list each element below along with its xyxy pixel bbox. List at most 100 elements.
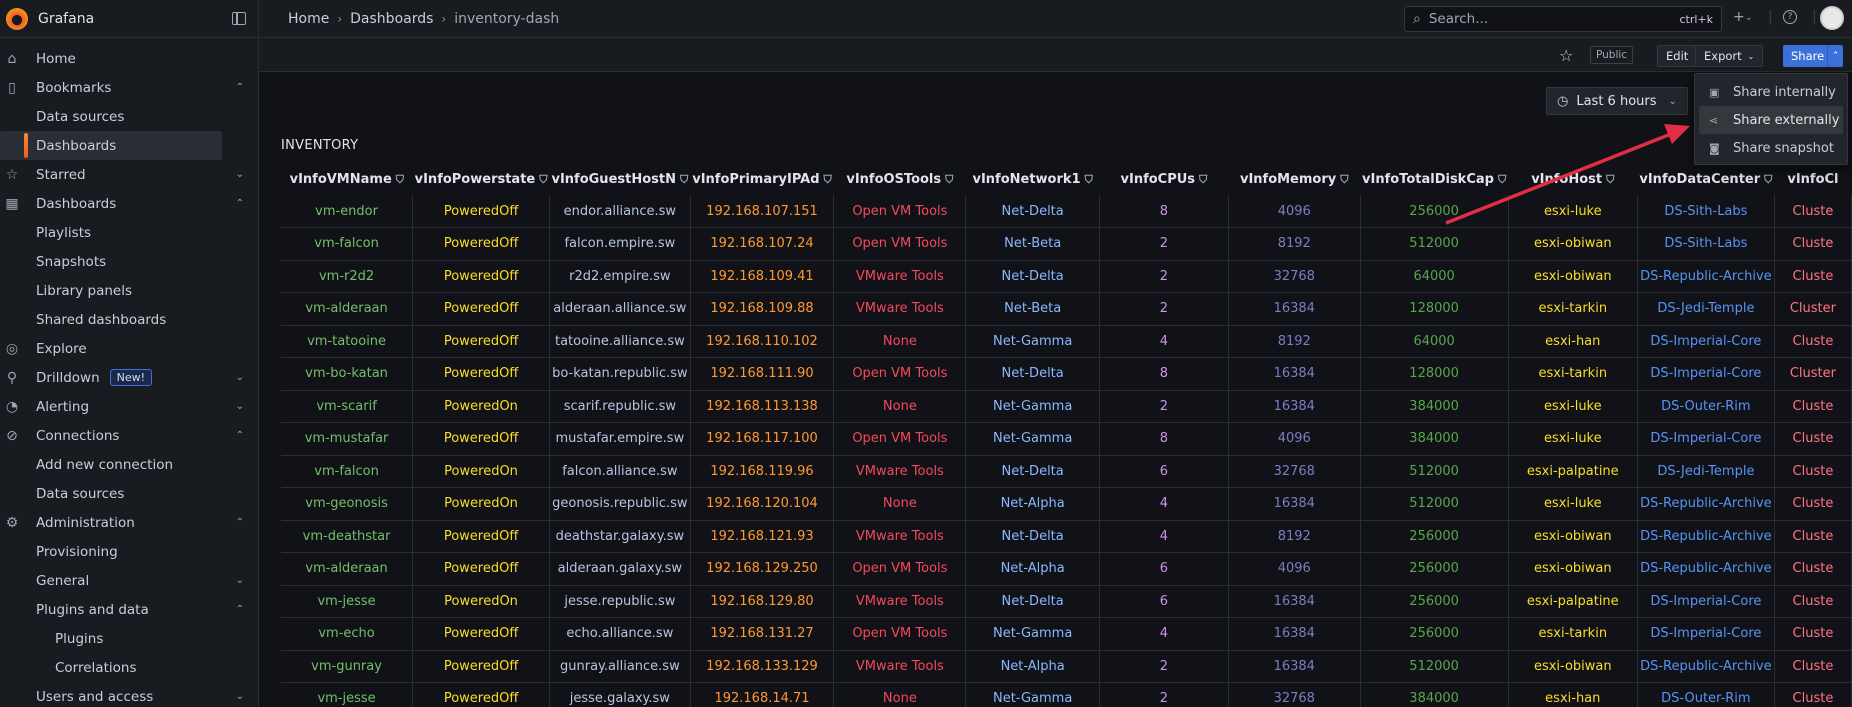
column-header[interactable]: vInfoNetwork1 ⛉ — [966, 164, 1099, 195]
chevron-up-icon[interactable]: ⌃ — [236, 604, 244, 615]
column-header[interactable]: vInfoGuestHostN ⛉ — [549, 164, 690, 195]
bookmark-icon: ▯ — [8, 79, 16, 96]
sidebar-item-bookmarks[interactable]: ▯ Bookmarks ⌃ — [0, 73, 258, 102]
filter-icon[interactable]: ⛉ — [1199, 173, 1207, 186]
filter-icon[interactable]: ⛉ — [680, 173, 688, 186]
sidebar-item-shared-dashboards[interactable]: Shared dashboards — [0, 305, 258, 334]
sidebar-item-dashboards[interactable]: Dashboards — [0, 131, 222, 160]
star-icon[interactable]: ☆ — [1559, 46, 1573, 65]
time-range-picker[interactable]: ◷ Last 6 hours ⌄ — [1546, 87, 1688, 115]
table-cell: endor.alliance.sw — [549, 195, 691, 228]
chevron-down-icon[interactable]: ⌄ — [236, 401, 244, 412]
table-cell: DS-Sith-Labs — [1637, 227, 1775, 261]
table-cell: Cluste — [1774, 325, 1852, 358]
filter-icon[interactable]: ⛉ — [396, 173, 404, 186]
chevron-up-icon[interactable]: ⌃ — [236, 517, 244, 528]
sidebar-item-library-panels[interactable]: Library panels — [0, 276, 258, 305]
menu-item-share-internally[interactable]: ▣ Share internally — [1699, 78, 1843, 106]
sidebar-item-plugins-and-data[interactable]: Plugins and data ⌃ — [0, 595, 258, 624]
help-icon[interactable]: ? — [1783, 10, 1797, 24]
sidebar-item-connections[interactable]: ⊘ Connections ⌃ — [0, 421, 258, 450]
table-cell: alderaan.galaxy.sw — [549, 552, 691, 586]
filter-icon[interactable]: ⛉ — [1498, 173, 1506, 186]
compass-icon: ◎ — [5, 340, 19, 357]
table-cell: 4 — [1099, 520, 1229, 553]
chevron-down-icon[interactable]: ⌄ — [236, 169, 244, 180]
search-input[interactable]: ⌕ Search... ctrl+k — [1404, 6, 1722, 32]
dashboard-icon: ▣ — [1709, 85, 1720, 99]
table-cell: esxi-obiwan — [1508, 552, 1638, 586]
table-cell: Net-Alpha — [965, 552, 1100, 586]
breadcrumb-dashboards[interactable]: Dashboards — [350, 11, 433, 27]
column-header[interactable]: vInfoDataCenter ⛉ — [1637, 164, 1774, 195]
add-icon[interactable]: + — [1733, 9, 1745, 25]
sidebar-item-add-new-connection[interactable]: Add new connection — [0, 450, 258, 479]
table-cell: PoweredOff — [412, 520, 550, 553]
chevron-down-icon[interactable]: ⌄ — [236, 575, 244, 586]
sidebar-item-dashboards[interactable]: ▦ Dashboards ⌃ — [0, 189, 258, 218]
column-header[interactable]: vInfoVMName ⛉ — [281, 164, 413, 195]
menu-item-share-externally[interactable]: ⋖ Share externally — [1699, 106, 1843, 134]
filter-icon[interactable]: ⛉ — [539, 173, 547, 186]
sidebar-item-provisioning[interactable]: Provisioning — [0, 537, 258, 566]
sidebar-item-label: General — [36, 572, 90, 589]
sidebar-item-plugins[interactable]: Plugins — [0, 624, 258, 653]
table-cell: vm-alderaan — [281, 552, 414, 586]
table-cell: 256000 — [1360, 520, 1509, 553]
sidebar-item-data-sources[interactable]: Data sources — [0, 102, 258, 131]
table-cell: DS-Jedi-Temple — [1637, 455, 1775, 488]
export-button[interactable]: Export ⌄ — [1695, 45, 1764, 67]
menu-item-share-snapshot[interactable]: ◙ Share snapshot — [1699, 134, 1843, 162]
column-header[interactable]: vInfoPrimaryIPAd ⛉ — [690, 164, 834, 195]
sidebar-item-home[interactable]: ⌂ Home — [0, 44, 258, 73]
filter-icon[interactable]: ⛉ — [945, 173, 953, 186]
sidebar-item-drilldown[interactable]: ⚲ Drilldown New! ⌄ — [0, 363, 258, 392]
sidebar-item-users-and-access[interactable]: Users and access ⌄ — [0, 682, 258, 707]
table-cell: PoweredOff — [412, 227, 550, 261]
table-cell: DS-Republic-Archive — [1637, 520, 1775, 553]
chevron-down-icon[interactable]: ⌄ — [236, 372, 244, 383]
chevron-down-icon[interactable]: ⌄ — [1745, 13, 1753, 23]
column-header[interactable]: vInfoOSTools ⛉ — [834, 164, 966, 195]
share-options-caret[interactable]: ⌃ — [1827, 45, 1843, 67]
filter-icon[interactable]: ⛉ — [1085, 173, 1093, 186]
column-header[interactable]: vInfoCPUs ⛉ — [1099, 164, 1228, 195]
sidebar-item-data-sources[interactable]: Data sources — [0, 479, 258, 508]
column-header[interactable]: vInfoCl — [1774, 164, 1851, 195]
filter-icon[interactable]: ⛉ — [824, 173, 832, 186]
sidebar-item-general[interactable]: General ⌄ — [0, 566, 258, 595]
table-cell: Net-Beta — [965, 227, 1100, 261]
chevron-up-icon[interactable]: ⌃ — [236, 82, 244, 93]
sidebar-item-label: Drilldown — [36, 369, 100, 386]
clock-icon: ◷ — [1557, 93, 1569, 109]
breadcrumb-home[interactable]: Home — [288, 11, 329, 27]
user-avatar[interactable] — [1820, 6, 1844, 30]
filter-icon[interactable]: ⛉ — [1764, 173, 1772, 186]
table-cell: Net-Delta — [965, 195, 1100, 228]
chevron-up-icon[interactable]: ⌃ — [236, 198, 244, 209]
filter-icon[interactable]: ⛉ — [1340, 173, 1348, 186]
column-header[interactable]: vInfoMemory ⛉ — [1228, 164, 1360, 195]
column-header[interactable]: vInfoTotalDiskCap ⛉ — [1360, 164, 1508, 195]
search-shortcut: ctrl+k — [1679, 12, 1713, 26]
sidebar-item-snapshots[interactable]: Snapshots — [0, 247, 258, 276]
sidebar-item-playlists[interactable]: Playlists — [0, 218, 258, 247]
sidebar-item-starred[interactable]: ☆ Starred ⌄ — [0, 160, 258, 189]
column-header[interactable]: vInfoPowerstate ⛉ — [413, 164, 550, 195]
table-cell: 2 — [1099, 227, 1229, 261]
table-cell: vm-falcon — [281, 455, 414, 488]
column-header[interactable]: vInfoHost ⛉ — [1508, 164, 1637, 195]
sidebar-item-explore[interactable]: ◎ Explore — [0, 334, 258, 363]
sidebar-item-alerting[interactable]: ◔ Alerting ⌄ — [0, 392, 258, 421]
breadcrumb-current: inventory-dash — [454, 10, 560, 27]
edit-button[interactable]: Edit — [1657, 45, 1698, 67]
share-button[interactable]: Share — [1783, 45, 1833, 67]
dock-menu-icon[interactable] — [232, 12, 246, 25]
sidebar-item-administration[interactable]: ⚙ Administration ⌃ — [0, 508, 258, 537]
sidebar-item-correlations[interactable]: Correlations — [0, 653, 258, 682]
grafana-logo-icon[interactable] — [6, 7, 28, 30]
table-cell: tatooine.alliance.sw — [549, 325, 691, 358]
filter-icon[interactable]: ⛉ — [1606, 173, 1614, 186]
chevron-down-icon[interactable]: ⌄ — [236, 691, 244, 702]
chevron-up-icon[interactable]: ⌃ — [236, 430, 244, 441]
